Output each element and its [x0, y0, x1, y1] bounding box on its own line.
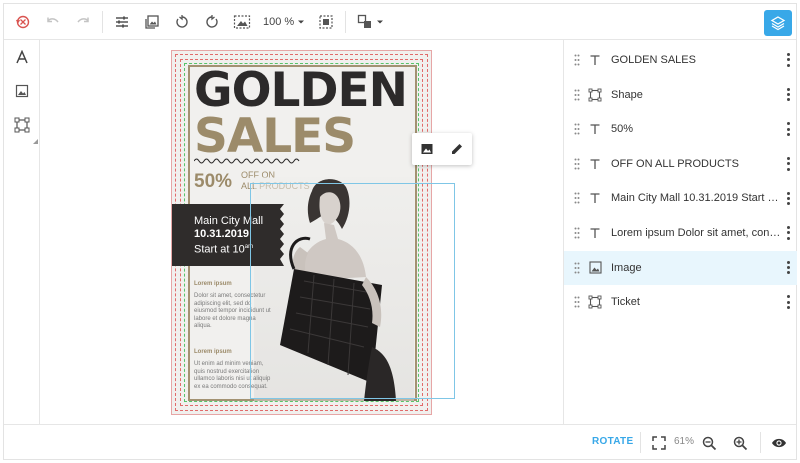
layer-row[interactable]: GOLDEN SALES — [564, 43, 797, 77]
more-vert-icon[interactable] — [785, 260, 791, 276]
zoom-in-icon[interactable] — [729, 432, 751, 454]
replace-image-icon[interactable] — [416, 138, 438, 160]
layers-panel: GOLDEN SALES Shape 50% OFF ON ALL PRODUCTS M… — [563, 40, 797, 424]
undo-icon[interactable] — [38, 7, 68, 37]
image-selection-box[interactable] — [250, 183, 455, 399]
drag-handle-icon[interactable] — [569, 227, 585, 239]
layer-label: Shape — [611, 88, 643, 101]
layer-label: 50% — [611, 123, 634, 136]
edit-pencil-icon[interactable] — [446, 138, 468, 160]
lorem-heading-1[interactable]: Lorem ipsum — [194, 281, 232, 287]
bottom-divider — [760, 432, 761, 453]
image-replace-icon[interactable] — [137, 7, 167, 37]
layer-text-icon — [587, 54, 603, 66]
rotate-button[interactable]: ROTATE — [592, 436, 633, 447]
layer-shape-icon — [587, 88, 603, 102]
bottom-divider — [640, 432, 641, 453]
rotate-right-icon[interactable] — [197, 7, 227, 37]
layer-row[interactable]: Image — [564, 250, 797, 285]
rotate-left-icon[interactable] — [167, 7, 197, 37]
more-vert-icon[interactable] — [785, 190, 791, 206]
preview-eye-icon[interactable] — [768, 432, 790, 454]
arrange-icon[interactable] — [350, 7, 390, 37]
layer-text-icon — [587, 192, 603, 204]
lorem-heading-2[interactable]: Lorem ipsum — [194, 349, 232, 355]
fullscreen-icon[interactable] — [648, 432, 670, 454]
more-vert-icon[interactable] — [785, 225, 791, 241]
zoom-out-icon[interactable] — [698, 432, 720, 454]
editor-app: 100 % GOLDEN SALES 50% OFF ON ALL Main C… — [3, 3, 797, 460]
layer-text-icon — [587, 123, 603, 135]
toolbar-divider — [345, 10, 347, 33]
wave-divider — [194, 158, 300, 164]
caret-down-icon — [298, 20, 305, 23]
drag-handle-icon[interactable] — [569, 123, 585, 135]
text-tool-icon[interactable] — [4, 40, 40, 74]
drag-handle-icon[interactable] — [569, 158, 585, 170]
more-vert-icon[interactable] — [785, 52, 791, 68]
drag-handle-icon[interactable] — [569, 296, 585, 308]
left-tool-rail — [4, 40, 40, 424]
drag-handle-icon[interactable] — [569, 262, 585, 274]
bottom-bar: ROTATE 61% — [4, 424, 796, 459]
zoom-select-value: 100 % — [263, 15, 295, 28]
more-vert-icon[interactable] — [785, 156, 791, 172]
layer-label: Image — [611, 261, 642, 274]
design-canvas[interactable]: GOLDEN SALES 50% OFF ON ALL PRODUCTS — [41, 40, 563, 424]
layer-image-icon — [587, 261, 603, 274]
layer-row[interactable]: Shape — [564, 78, 797, 112]
ticket-time-base: Start at 10 — [194, 243, 245, 256]
toolbar-divider — [102, 10, 103, 33]
layer-label: OFF ON ALL PRODUCTS — [611, 157, 739, 170]
shape-tool-icon[interactable] — [4, 108, 40, 144]
zoom-percentage: 61% — [674, 436, 695, 447]
layer-row[interactable]: OFF ON ALL PRODUCTS — [564, 147, 797, 181]
layer-label: Main City Mall 10.31.2019 Start at 10... — [611, 192, 781, 205]
poster-discount[interactable]: 50% — [194, 171, 232, 193]
adjust-icon[interactable] — [107, 7, 137, 37]
poster-title-sales[interactable]: SALES — [194, 113, 356, 160]
floating-toolbar — [412, 133, 472, 165]
history-icon[interactable] — [8, 7, 38, 37]
more-vert-icon[interactable] — [785, 294, 791, 310]
layer-shape-icon — [587, 295, 603, 309]
layer-row[interactable]: Ticket — [564, 285, 797, 319]
more-vert-icon[interactable] — [785, 87, 791, 103]
redo-icon[interactable] — [68, 7, 98, 37]
fit-image-icon[interactable] — [227, 7, 257, 37]
layer-row[interactable]: Lorem ipsum Dolor sit amet, consecte... — [564, 216, 797, 250]
poster-title-golden[interactable]: GOLDEN — [194, 67, 408, 114]
more-vert-icon[interactable] — [785, 121, 791, 137]
layer-label: Lorem ipsum Dolor sit amet, consecte... — [611, 227, 781, 239]
layer-text-icon — [587, 227, 603, 239]
expand-corner-icon — [33, 139, 38, 144]
layer-label: GOLDEN SALES — [611, 54, 696, 66]
image-tool-icon[interactable] — [4, 74, 40, 108]
drag-handle-icon[interactable] — [569, 192, 585, 204]
crop-icon[interactable] — [311, 7, 341, 37]
layer-label: Ticket — [611, 296, 640, 309]
top-toolbar: 100 % — [4, 4, 796, 40]
layer-row[interactable]: Main City Mall 10.31.2019 Start at 10... — [564, 181, 797, 215]
drag-handle-icon[interactable] — [569, 89, 585, 101]
zoom-select[interactable]: 100 % — [257, 16, 311, 28]
layer-row[interactable]: 50% — [564, 112, 797, 146]
drag-handle-icon[interactable] — [569, 54, 585, 66]
layers-icon[interactable] — [764, 10, 792, 36]
layer-text-icon — [587, 158, 603, 170]
